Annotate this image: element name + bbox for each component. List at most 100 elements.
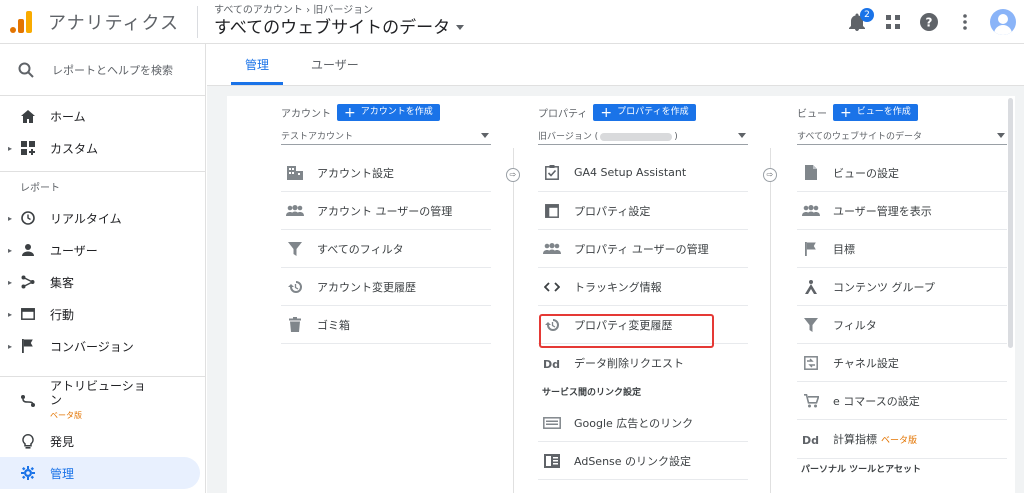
calculated-metrics-item[interactable]: Dd 計算指標 ベータ版 xyxy=(797,420,1007,458)
all-filters-item[interactable]: すべてのフィルタ xyxy=(281,230,491,268)
analytics-logo-icon[interactable] xyxy=(10,10,34,34)
view-column-label: ビュー xyxy=(797,109,827,120)
item-label: トラッキング情報 xyxy=(574,280,662,294)
gear-icon xyxy=(20,465,36,481)
flag-icon xyxy=(20,338,36,354)
expand-arrow-icon[interactable]: ▸ xyxy=(8,278,12,287)
item-label: 目標 xyxy=(833,242,855,256)
account-user-management-item[interactable]: アカウント ユーザーの管理 xyxy=(281,192,491,230)
apps-button[interactable] xyxy=(882,11,904,33)
checklist-icon xyxy=(542,164,562,182)
content-group-icon xyxy=(801,278,821,296)
sidebar-item-label: コンバージョン xyxy=(50,339,134,354)
item-label: アカウント設定 xyxy=(317,166,394,180)
item-label: e コマースの設定 xyxy=(833,394,920,408)
search-icon xyxy=(18,62,34,78)
view-column: ビュー + ビューを作成 すべてのウェブサイトのデータ ビューの設定 ユーザー管理… xyxy=(797,96,1007,480)
item-label: フィルタ xyxy=(833,318,877,332)
account-path: すべてのアカウント › 旧バージョン xyxy=(214,4,374,16)
code-icon xyxy=(542,278,562,296)
notification-badge: 2 xyxy=(860,8,874,22)
expand-arrow-icon[interactable]: ▸ xyxy=(8,246,12,255)
trash-item[interactable]: ゴミ箱 xyxy=(281,306,491,344)
avatar[interactable] xyxy=(990,9,1016,35)
sidebar-item-home[interactable]: ホーム xyxy=(0,100,205,132)
google-ads-linking-item[interactable]: Google 広告とのリンク xyxy=(538,404,748,442)
expand-arrow-icon[interactable]: ▸ xyxy=(8,310,12,319)
sidebar-item-realtime[interactable]: ▸ リアルタイム xyxy=(0,202,205,234)
goals-item[interactable]: 目標 xyxy=(797,230,1007,268)
sidebar-item-custom[interactable]: ▸ カスタム xyxy=(0,132,205,164)
expand-arrow-icon[interactable]: ▸ xyxy=(8,144,12,153)
personal-tools-heading: パーソナル ツールとアセット xyxy=(797,458,1007,480)
adsense-linking-item[interactable]: AdSense のリンク設定 xyxy=(538,442,748,480)
tab-admin[interactable]: 管理 xyxy=(231,56,284,85)
filters-item[interactable]: フィルタ xyxy=(797,306,1007,344)
sidebar-item-attribution[interactable]: アトリビューション ベータ版 xyxy=(0,377,206,425)
sidebar-item-admin[interactable]: 管理 xyxy=(0,457,200,489)
sidebar-item-acquisition[interactable]: ▸ 集客 xyxy=(0,266,205,298)
sidebar-item-users[interactable]: ▸ ユーザー xyxy=(0,234,205,266)
dd-icon: Dd xyxy=(542,354,562,372)
ads-icon xyxy=(542,414,562,432)
create-view-button[interactable]: + ビューを作成 xyxy=(833,104,918,121)
property-settings-item[interactable]: プロパティ設定 xyxy=(538,192,748,230)
more-options-button[interactable] xyxy=(954,11,976,33)
data-deletion-requests-item[interactable]: Dd データ削除リクエスト xyxy=(538,344,748,382)
item-label: プロパティ設定 xyxy=(574,204,651,218)
property-window-icon xyxy=(542,202,562,220)
item-label: ビューの設定 xyxy=(833,166,899,180)
item-label: プロパティ ユーザーの管理 xyxy=(574,242,709,256)
tab-users[interactable]: ユーザー xyxy=(297,56,373,85)
beta-badge: ベータ版 xyxy=(881,435,918,446)
account-selector[interactable]: すべてのアカウント › 旧バージョン すべてのウェブサイトのデータ xyxy=(214,4,465,39)
sidebar-item-discover[interactable]: 発見 xyxy=(0,425,206,457)
search-bar[interactable]: レポートとヘルプを検索 xyxy=(0,44,205,96)
sidebar-item-conversions[interactable]: ▸ コンバージョン xyxy=(0,330,205,362)
view-title[interactable]: すべてのウェブサイトのデータ xyxy=(214,17,465,39)
arrow-right-icon: ⇨ xyxy=(763,168,777,182)
history-icon xyxy=(285,278,305,296)
attribution-icon xyxy=(20,393,36,409)
people-icon xyxy=(542,240,562,258)
item-label: コンテンツ グループ xyxy=(833,280,935,294)
people-icon xyxy=(801,202,821,220)
channel-settings-item[interactable]: チャネル設定 xyxy=(797,344,1007,382)
behavior-window-icon xyxy=(20,306,36,322)
ga4-setup-assistant-item[interactable]: GA4 Setup Assistant xyxy=(538,154,748,192)
arrow-right-icon: ⇨ xyxy=(506,168,520,182)
notifications-button[interactable]: 2 xyxy=(846,8,874,33)
sidebar-item-behavior[interactable]: ▸ 行動 xyxy=(0,298,205,330)
account-settings-item[interactable]: アカウント設定 xyxy=(281,154,491,192)
plus-icon: + xyxy=(840,104,852,121)
tracking-info-item[interactable]: トラッキング情報 xyxy=(538,268,748,306)
sidebar-item-label: 集客 xyxy=(50,275,75,290)
beta-badge: ベータ版 xyxy=(50,411,82,420)
item-label: すべてのフィルタ xyxy=(317,242,404,256)
cart-icon xyxy=(801,392,821,410)
property-column-label: プロパティ xyxy=(538,109,588,120)
account-column-label: アカウント xyxy=(281,109,331,120)
sidebar-item-label: ユーザー xyxy=(50,243,98,258)
filter-icon xyxy=(801,316,821,334)
property-user-management-item[interactable]: プロパティ ユーザーの管理 xyxy=(538,230,748,268)
account-change-history-item[interactable]: アカウント変更履歴 xyxy=(281,268,491,306)
account-column: アカウント + アカウントを作成 テストアカウント アカウント設定 アカウント ユ… xyxy=(281,96,491,344)
svg-text:?: ? xyxy=(926,16,933,30)
column-separator xyxy=(513,148,514,493)
scrollbar[interactable] xyxy=(1008,98,1013,348)
search-input[interactable]: レポートとヘルプを検索 xyxy=(52,62,173,78)
item-label: データ削除リクエスト xyxy=(574,357,684,370)
create-account-button[interactable]: + アカウントを作成 xyxy=(337,104,440,121)
create-property-button[interactable]: + プロパティを作成 xyxy=(593,104,696,121)
expand-arrow-icon[interactable]: ▸ xyxy=(8,342,12,351)
view-user-management-item[interactable]: ユーザー管理を表示 xyxy=(797,192,1007,230)
chevron-down-icon xyxy=(456,25,465,30)
expand-arrow-icon[interactable]: ▸ xyxy=(8,214,12,223)
ecommerce-settings-item[interactable]: e コマースの設定 xyxy=(797,382,1007,420)
view-settings-item[interactable]: ビューの設定 xyxy=(797,154,1007,192)
view-select-value: すべてのウェブサイトのデータ xyxy=(797,132,923,142)
tab-bar: 管理 ユーザー xyxy=(207,44,1024,86)
help-button[interactable]: ? xyxy=(918,11,940,33)
content-grouping-item[interactable]: コンテンツ グループ xyxy=(797,268,1007,306)
